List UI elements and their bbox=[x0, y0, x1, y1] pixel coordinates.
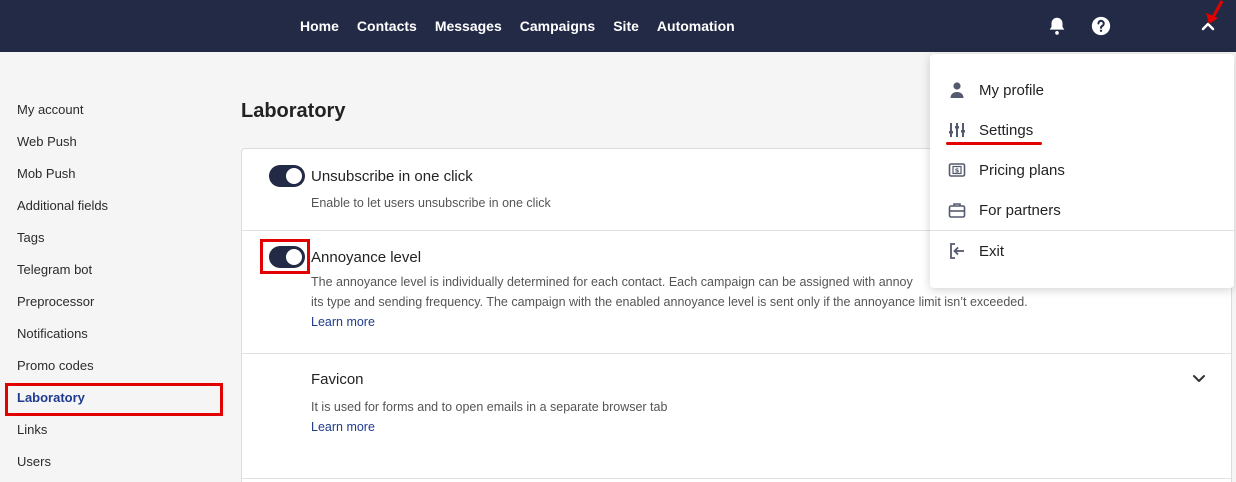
sidebar-item-notifications[interactable]: Notifications bbox=[17, 324, 88, 344]
row-divider bbox=[242, 353, 1231, 354]
briefcase-icon bbox=[948, 203, 966, 218]
nav-home[interactable]: Home bbox=[300, 18, 339, 34]
sidebar-item-my-account[interactable]: My account bbox=[17, 100, 83, 120]
highlight-underline-settings bbox=[946, 142, 1042, 145]
option-title-favicon: Favicon bbox=[311, 371, 364, 388]
dropdown-item-exit[interactable]: Exit bbox=[930, 233, 1234, 269]
nav-automation[interactable]: Automation bbox=[657, 18, 735, 34]
option-desc-unsubscribe: Enable to let users unsubscribe in one c… bbox=[311, 196, 551, 210]
user-icon bbox=[950, 82, 964, 98]
sidebar-item-preprocessor[interactable]: Preprocessor bbox=[17, 292, 94, 312]
sidebar-item-users[interactable]: Users bbox=[17, 452, 51, 472]
nav-site[interactable]: Site bbox=[613, 18, 639, 34]
dropdown-item-for-partners[interactable]: For partners bbox=[930, 192, 1234, 228]
chevron-down-icon[interactable] bbox=[1192, 374, 1206, 384]
dropdown-item-pricing-plans[interactable]: $ Pricing plans bbox=[930, 152, 1234, 188]
sidebar-item-telegram-bot[interactable]: Telegram bot bbox=[17, 260, 92, 280]
favicon-learn-more-link[interactable]: Learn more bbox=[311, 420, 375, 434]
sidebar-item-links[interactable]: Links bbox=[17, 420, 47, 440]
dropdown-label: For partners bbox=[979, 201, 1061, 219]
dropdown-label: My profile bbox=[979, 81, 1045, 99]
dropdown-label: Pricing plans bbox=[979, 161, 1065, 179]
highlight-box-laboratory bbox=[5, 383, 223, 416]
nav-campaigns[interactable]: Campaigns bbox=[520, 18, 595, 34]
option-title-unsubscribe: Unsubscribe in one click bbox=[311, 168, 473, 185]
sidebar-item-additional-fields[interactable]: Additional fields bbox=[17, 196, 108, 216]
highlight-box-annoyance-toggle bbox=[260, 239, 310, 274]
dropdown-label: Exit bbox=[979, 242, 1005, 260]
pricing-icon: $ bbox=[948, 163, 966, 177]
option-title-annoyance: Annoyance level bbox=[311, 249, 422, 266]
bell-icon[interactable] bbox=[1046, 15, 1068, 37]
row-divider bbox=[242, 478, 1231, 479]
sidebar-item-promo-codes[interactable]: Promo codes bbox=[17, 356, 94, 376]
nav-contacts[interactable]: Contacts bbox=[357, 18, 417, 34]
sliders-icon bbox=[949, 123, 965, 137]
option-desc-annoyance-line2: its type and sending frequency. The camp… bbox=[311, 295, 1028, 309]
dropdown-divider bbox=[930, 230, 1234, 231]
dropdown-item-my-profile[interactable]: My profile bbox=[930, 72, 1234, 108]
annotation-arrow-icon bbox=[1206, 0, 1224, 24]
dropdown-label: Settings bbox=[979, 121, 1034, 139]
svg-text:$: $ bbox=[955, 167, 960, 175]
option-desc-favicon: It is used for forms and to open emails … bbox=[311, 400, 668, 414]
annoyance-learn-more-link[interactable]: Learn more bbox=[311, 315, 375, 329]
main-nav: Home Contacts Messages Campaigns Site Au… bbox=[300, 0, 735, 52]
nav-messages[interactable]: Messages bbox=[435, 18, 502, 34]
top-navigation-bar: Home Contacts Messages Campaigns Site Au… bbox=[0, 0, 1236, 52]
account-dropdown-menu: My profile Settings $ Pricing plans For … bbox=[930, 54, 1234, 288]
unsubscribe-toggle[interactable] bbox=[269, 165, 305, 187]
exit-icon bbox=[950, 243, 964, 259]
sidebar-item-web-push[interactable]: Web Push bbox=[17, 132, 77, 152]
sidebar-item-tags[interactable]: Tags bbox=[17, 228, 44, 248]
sidebar-item-mob-push[interactable]: Mob Push bbox=[17, 164, 76, 184]
page-title: Laboratory bbox=[241, 100, 346, 122]
option-desc-annoyance-line1: The annoyance level is individually dete… bbox=[311, 275, 913, 289]
help-icon[interactable] bbox=[1090, 15, 1112, 37]
